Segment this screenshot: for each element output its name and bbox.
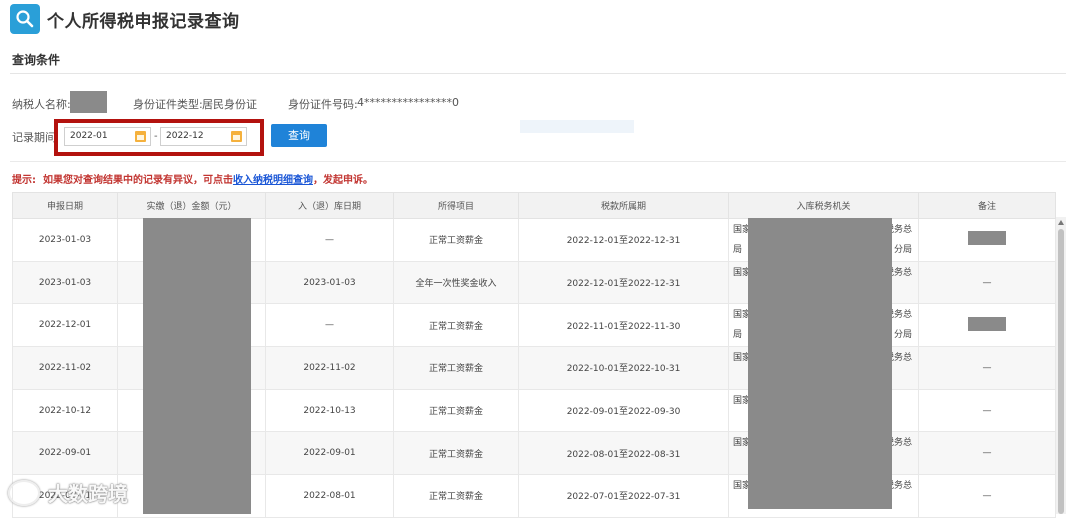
hint-text-2: ，发起申诉。 (312, 175, 373, 186)
date-separator: - (154, 131, 158, 142)
hint-text-1: 如果您对查询结果中的记录有异议，可点击 (42, 175, 233, 186)
income-tax-detail-link[interactable]: 收入纳税明细查询 (233, 175, 313, 186)
cell-income-item: 正常工资薪金 (393, 474, 519, 518)
cell-note (918, 218, 1056, 262)
cell-income-item: 正常工资薪金 (393, 303, 519, 348)
search-icon (10, 4, 40, 34)
cell-note: — (918, 346, 1056, 390)
cell-declare-date: 2023-01-03 (12, 218, 118, 262)
id-number-label: 身份证件号码: (288, 98, 358, 111)
cell-stock-date: — (265, 218, 394, 262)
cell-declare-date: 2022-12-01 (12, 303, 118, 348)
cell-tax-period: 2022-12-01至2022-12-31 (518, 218, 729, 262)
calendar-icon[interactable] (135, 131, 146, 142)
hint-divider (10, 161, 1066, 162)
query-button[interactable]: 查询 (271, 124, 327, 147)
tax-office-text: 分局 (893, 330, 912, 341)
cell-note: — (918, 431, 1056, 476)
cell-note: — (918, 260, 1056, 305)
taxpayer-label: 纳税人名称: (12, 98, 71, 111)
tax-office-redaction (748, 218, 892, 509)
scroll-up-arrow-icon[interactable] (1058, 220, 1064, 225)
cell-tax-period: 2022-12-01至2022-12-31 (518, 260, 729, 305)
watermark-text: 大数跨境 (48, 482, 128, 506)
cell-note: — (918, 474, 1056, 518)
section-title: 查询条件 (12, 53, 61, 67)
date-from-input[interactable]: 2022-01 (64, 127, 151, 146)
section-divider (10, 73, 1066, 74)
hint-text: 提示: 如果您对查询结果中的记录有异议，可点击收入纳税明细查询，发起申诉。 (12, 171, 373, 186)
cell-note: — (918, 388, 1056, 433)
page-title: 个人所得税申报记录查询 (47, 11, 240, 32)
date-to-value: 2022-12 (166, 131, 204, 141)
cell-income-item: 正常工资薪金 (393, 218, 519, 262)
watermark-logo-icon (8, 479, 40, 506)
amount-redaction (143, 218, 251, 514)
id-type-value: 居民身份证 (202, 98, 257, 111)
watermark: 大数跨境 (8, 478, 128, 507)
cell-declare-date: 2022-10-12 (12, 388, 118, 433)
cell-income-item: 全年一次性奖金收入 (393, 260, 519, 305)
cell-stock-date: — (265, 303, 394, 348)
cell-tax-period: 2022-08-01至2022-08-31 (518, 431, 729, 476)
note-redaction (968, 316, 1006, 331)
cell-declare-date: 2023-01-03 (12, 260, 118, 305)
tax-office-text: 局 (733, 330, 743, 341)
cell-income-item: 正常工资薪金 (393, 431, 519, 476)
cell-tax-period: 2022-10-01至2022-10-31 (518, 346, 729, 390)
tax-office-text: 分局 (893, 244, 912, 255)
col-header-tax-office: 入库税务机关 (728, 192, 919, 219)
calendar-icon[interactable] (231, 131, 242, 142)
table-header-row: 申报日期 实缴（退）金额（元） 入（退）库日期 所得项目 税款所属期 入库税务机… (12, 192, 1056, 219)
cell-stock-date: 2022-08-01 (265, 474, 394, 518)
hint-prefix: 提示: (12, 175, 36, 186)
col-header-amount: 实缴（退）金额（元） (117, 192, 266, 219)
period-label: 记录期间: (12, 131, 60, 144)
cell-stock-date: 2022-10-13 (265, 388, 394, 433)
cell-note (918, 303, 1056, 348)
col-header-stock-date: 入（退）库日期 (265, 192, 394, 219)
id-number-value: 4****************0 (357, 96, 459, 109)
cell-tax-period: 2022-11-01至2022-11-30 (518, 303, 729, 348)
cell-income-item: 正常工资薪金 (393, 388, 519, 433)
cell-stock-date: 2023-01-03 (265, 260, 394, 305)
tax-office-text: 局 (733, 244, 743, 255)
cell-tax-period: 2022-09-01至2022-09-30 (518, 388, 729, 433)
col-header-note: 备注 (918, 192, 1056, 219)
col-header-tax-period: 税款所属期 (518, 192, 729, 219)
cell-declare-date: 2022-09-01 (12, 431, 118, 476)
page-header: 个人所得税申报记录查询 (10, 4, 240, 34)
date-to-input[interactable]: 2022-12 (160, 127, 247, 146)
taxpayer-name-redacted (70, 91, 107, 113)
cell-stock-date: 2022-11-02 (265, 346, 394, 390)
col-header-income-item: 所得项目 (393, 192, 519, 219)
scrollbar-thumb[interactable] (1058, 229, 1064, 514)
note-redaction (968, 231, 1006, 246)
id-type-label: 身份证件类型: (133, 98, 203, 111)
date-from-value: 2022-01 (70, 131, 108, 141)
cell-income-item: 正常工资薪金 (393, 346, 519, 390)
faded-overlay (520, 120, 634, 133)
cell-tax-period: 2022-07-01至2022-07-31 (518, 474, 729, 518)
col-header-declare-date: 申报日期 (12, 192, 118, 219)
vertical-scrollbar[interactable] (1056, 217, 1066, 514)
cell-stock-date: 2022-09-01 (265, 431, 394, 476)
cell-declare-date: 2022-11-02 (12, 346, 118, 390)
